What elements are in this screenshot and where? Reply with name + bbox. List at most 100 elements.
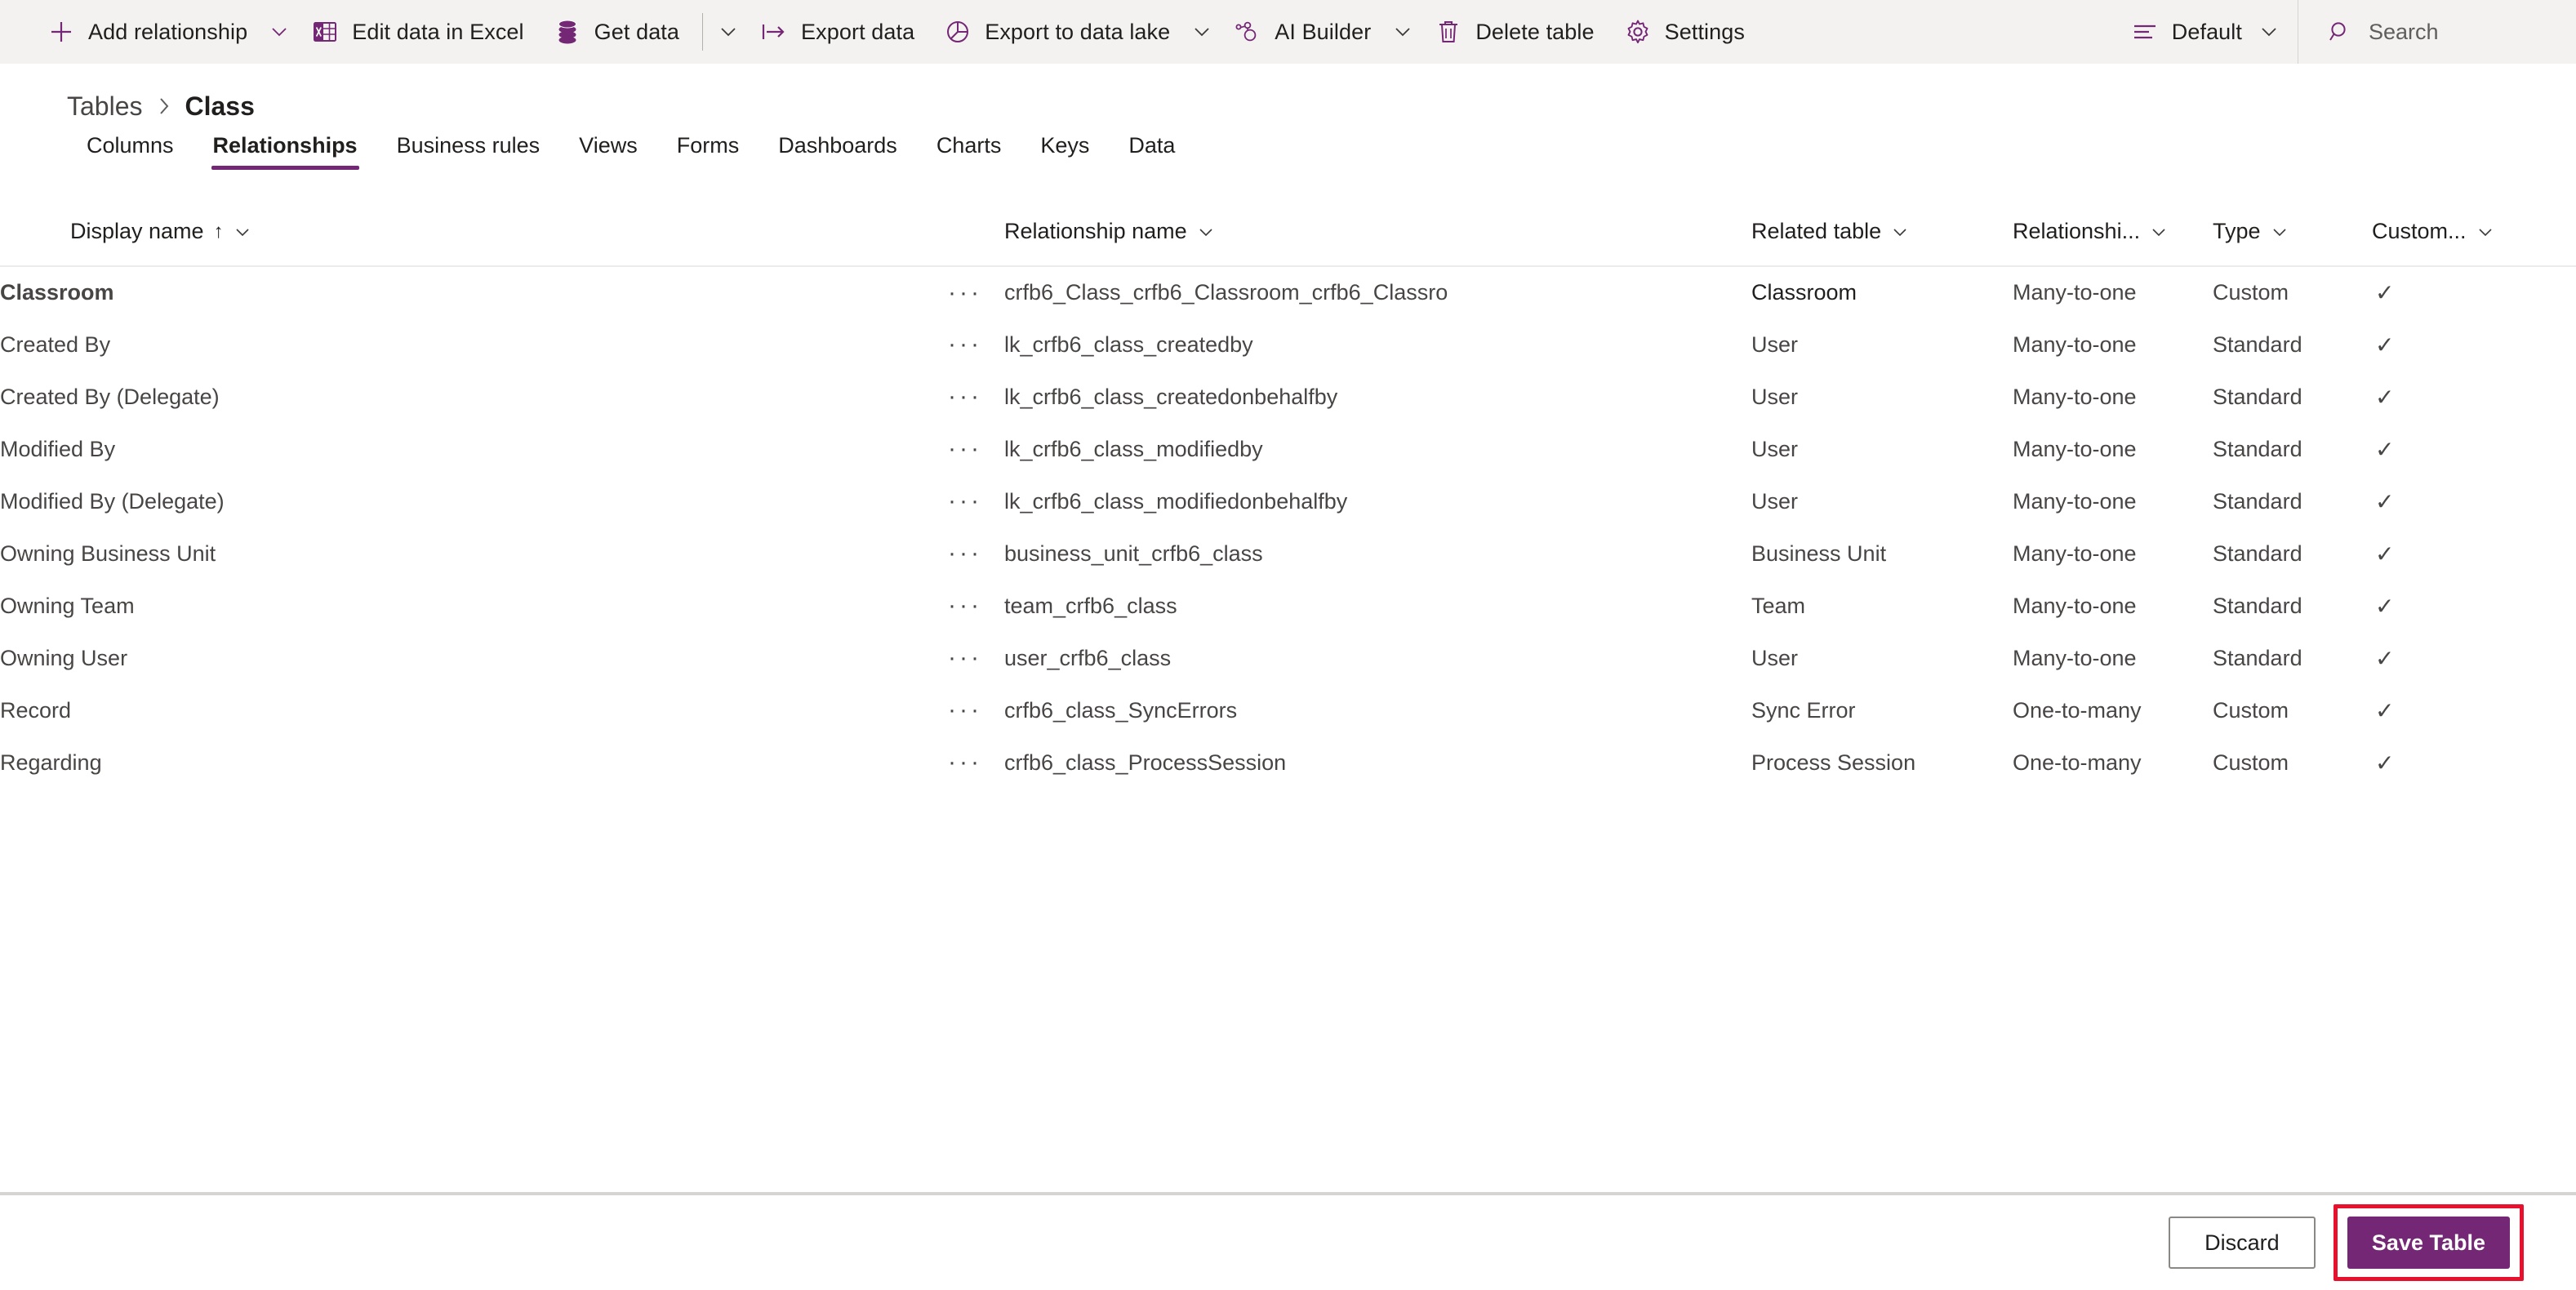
row-overflow-menu-icon[interactable]: ··· — [943, 745, 987, 781]
get-data-chevron-down-icon[interactable] — [711, 0, 745, 64]
table-row[interactable]: Modified By (Delegate) ··· lk_crfb6_class_… — [0, 475, 2576, 527]
cell-relationship-name: crfb6_class_SyncErrors — [1004, 697, 1238, 723]
table-row[interactable]: Owning User ··· user_crfb6_class User Many-t… — [0, 632, 2576, 684]
list-view-icon — [2131, 18, 2159, 46]
checkmark-icon: ✓ — [2375, 645, 2395, 671]
grid-header-row: Display name ↑ Relationship name Related… — [0, 219, 2576, 267]
row-overflow-menu-icon[interactable]: ··· — [943, 588, 987, 624]
cell-display-name[interactable]: Created By — [0, 318, 943, 371]
column-header-customizable[interactable]: Custom... — [2372, 219, 2576, 267]
cell-display-name[interactable]: Regarding — [0, 736, 943, 789]
export-data-label: Export data — [801, 19, 915, 44]
relationships-grid: Display name ↑ Relationship name Related… — [0, 219, 2576, 789]
cell-customizable: ✓ — [2372, 736, 2576, 789]
row-overflow-menu-icon[interactable]: ··· — [943, 536, 987, 572]
cell-customizable: ✓ — [2372, 371, 2576, 423]
cell-related-table: Team — [1751, 593, 1806, 618]
export-to-data-lake-chevron-down-icon[interactable] — [1185, 0, 1219, 64]
column-header-customizable-chevron-down-icon — [2476, 223, 2494, 241]
save-table-highlight-box: Save Table — [2333, 1204, 2524, 1281]
checkmark-icon: ✓ — [2375, 384, 2395, 410]
tab-columns[interactable]: Columns — [67, 133, 194, 170]
checkmark-icon: ✓ — [2375, 540, 2395, 567]
table-row[interactable]: Created By (Delegate) ··· lk_crfb6_class_c… — [0, 371, 2576, 423]
column-header-type[interactable]: Type — [2213, 219, 2372, 267]
tab-dashboards[interactable]: Dashboards — [759, 133, 917, 170]
cell-relationship-name: lk_crfb6_class_modifiedby — [1004, 436, 1263, 461]
tab-forms[interactable]: Forms — [657, 133, 759, 170]
column-header-related-table[interactable]: Related table — [1751, 219, 2013, 267]
table-row[interactable]: Record ··· crfb6_class_SyncErrors Sync Erro… — [0, 684, 2576, 736]
column-header-display-name[interactable]: Display name ↑ — [0, 219, 943, 267]
delete-table-label: Delete table — [1475, 19, 1595, 44]
cell-display-name[interactable]: Modified By (Delegate) — [0, 475, 943, 527]
discard-button[interactable]: Discard — [2168, 1217, 2316, 1269]
cell-customizable: ✓ — [2372, 632, 2576, 684]
add-relationship-chevron-down-icon[interactable] — [262, 0, 296, 64]
add-relationship-button[interactable]: Add relationship — [33, 0, 262, 64]
settings-button[interactable]: Settings — [1609, 0, 1760, 64]
cell-relationship-name: crfb6_class_ProcessSession — [1004, 750, 1287, 775]
cell-display-name[interactable]: Record — [0, 684, 943, 736]
cell-display-name[interactable]: Created By (Delegate) — [0, 371, 943, 423]
table-row[interactable]: Regarding ··· crfb6_class_ProcessSession Pr… — [0, 736, 2576, 789]
grid-header: Display name ↑ Relationship name Related… — [0, 219, 2576, 267]
table-row[interactable]: Classroom ··· crfb6_Class_crfb6_Classroom_… — [0, 266, 2576, 318]
cell-row-actions: ··· — [943, 580, 1004, 632]
delete-table-button[interactable]: Delete table — [1420, 0, 1608, 64]
cell-display-name[interactable]: Owning Team — [0, 580, 943, 632]
cell-row-actions: ··· — [943, 527, 1004, 580]
export-to-data-lake-button[interactable]: Export to data lake — [929, 0, 1185, 64]
table-row[interactable]: Created By ··· lk_crfb6_class_createdby Use… — [0, 318, 2576, 371]
cell-relationship-name: team_crfb6_class — [1004, 593, 1177, 618]
table-row[interactable]: Owning Business Unit ··· business_unit_crf… — [0, 527, 2576, 580]
table-row[interactable]: Owning Team ··· team_crfb6_class Team Many-t… — [0, 580, 2576, 632]
column-header-type-chevron-down-icon — [2271, 223, 2289, 241]
cell-related-table: User — [1751, 436, 1799, 461]
search-icon — [2326, 18, 2354, 46]
row-overflow-menu-icon[interactable]: ··· — [943, 275, 987, 311]
get-data-button[interactable]: Get data — [539, 0, 694, 64]
row-overflow-menu-icon[interactable]: ··· — [943, 692, 987, 728]
cell-relationship-type: One-to-many — [2013, 697, 2142, 723]
row-overflow-menu-icon[interactable]: ··· — [943, 640, 987, 676]
table-row[interactable]: Modified By ··· lk_crfb6_class_modifiedby U… — [0, 423, 2576, 475]
cell-relationship-type: Many-to-one — [2013, 540, 2137, 566]
tab-keys[interactable]: Keys — [1021, 133, 1109, 170]
column-header-related-table-chevron-down-icon — [1891, 223, 1909, 241]
row-overflow-menu-icon[interactable]: ··· — [943, 483, 987, 519]
view-selector-chevron-down-icon — [2255, 18, 2283, 46]
export-data-button[interactable]: Export data — [745, 0, 929, 64]
view-selector-button[interactable]: Default — [2116, 0, 2298, 64]
tab-views[interactable]: Views — [559, 133, 657, 170]
column-header-relationship-name[interactable]: Relationship name — [1004, 219, 1751, 267]
app-root: Add relationship Edit data in Excel Get … — [0, 0, 2576, 1290]
breadcrumb-separator-icon — [156, 95, 172, 118]
ai-builder-chevron-down-icon[interactable] — [1386, 0, 1420, 64]
cell-display-name[interactable]: Classroom — [0, 266, 943, 318]
tab-charts[interactable]: Charts — [917, 133, 1021, 170]
command-bar-right-group: Default Search — [2116, 0, 2576, 64]
tab-business-rules[interactable]: Business rules — [377, 133, 560, 170]
checkmark-icon: ✓ — [2375, 331, 2395, 358]
row-overflow-menu-icon[interactable]: ··· — [943, 379, 987, 415]
checkmark-icon: ✓ — [2375, 697, 2395, 723]
cell-display-name[interactable]: Owning User — [0, 632, 943, 684]
tab-data[interactable]: Data — [1109, 133, 1195, 170]
save-table-button[interactable]: Save Table — [2347, 1217, 2510, 1269]
search-input[interactable]: Search — [2298, 0, 2576, 64]
row-overflow-menu-icon[interactable]: ··· — [943, 327, 987, 363]
row-overflow-menu-icon[interactable]: ··· — [943, 431, 987, 467]
cell-type: Custom — [2213, 750, 2289, 775]
column-header-relationship-name-label: Relationship name — [1004, 219, 1187, 243]
column-header-relationship-type[interactable]: Relationshi... — [2013, 219, 2213, 267]
footer-action-bar: Discard Save Table — [0, 1194, 2576, 1290]
cell-display-name[interactable]: Modified By — [0, 423, 943, 475]
checkmark-icon: ✓ — [2375, 280, 2395, 305]
cell-display-name[interactable]: Owning Business Unit — [0, 527, 943, 580]
ai-builder-button[interactable]: AI Builder — [1219, 0, 1386, 64]
cell-type: Standard — [2213, 540, 2302, 566]
edit-data-in-excel-button[interactable]: Edit data in Excel — [296, 0, 538, 64]
tab-relationships[interactable]: Relationships — [194, 133, 377, 170]
export-to-data-lake-label: Export to data lake — [985, 19, 1171, 44]
